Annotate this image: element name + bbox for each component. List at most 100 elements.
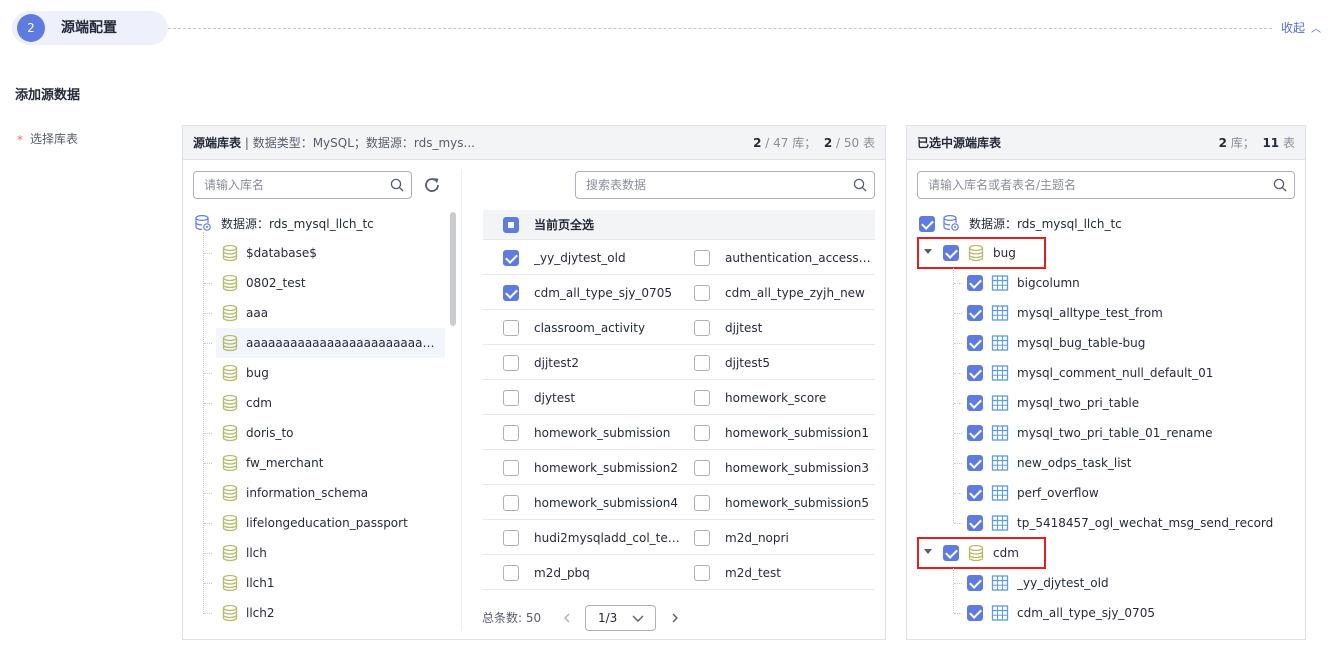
table-name[interactable]: cdm_all_type_sjy_0705 (534, 286, 681, 300)
db-search-input[interactable] (195, 173, 382, 197)
db-search-box (193, 171, 412, 199)
db-tree-item[interactable]: llch2 (204, 598, 445, 628)
table-name[interactable]: djjtest5 (725, 356, 872, 370)
db-tree-item[interactable]: information_schema (204, 478, 445, 508)
selected-table-checkbox[interactable] (967, 395, 983, 411)
table-checkbox[interactable] (694, 320, 710, 336)
selected-table-checkbox[interactable] (967, 455, 983, 471)
search-icon[interactable] (390, 178, 404, 192)
db-tree-item[interactable]: lifelongeducation_passport (204, 508, 445, 538)
db-name: 0802_test (246, 276, 306, 290)
table-checkbox[interactable] (503, 320, 519, 336)
table-checkbox[interactable] (694, 425, 710, 441)
table-checkbox[interactable] (694, 250, 710, 266)
table-grid-row: _yy_djytest_old authentication_access_... (483, 240, 875, 275)
selected-table-row[interactable]: _yy_djytest_old (907, 568, 1305, 598)
table-checkbox[interactable] (503, 355, 519, 371)
table-checkbox[interactable] (503, 250, 519, 266)
table-checkbox[interactable] (503, 460, 519, 476)
selected-table-row[interactable]: mysql_alltype_test_from (907, 298, 1305, 328)
db-name: fw_merchant (246, 456, 324, 470)
select-all-row: 当前页全选 (483, 210, 875, 240)
table-checkbox[interactable] (694, 530, 710, 546)
db-tree-item[interactable]: bug (204, 358, 445, 388)
db-tree-item[interactable]: aaa (204, 298, 445, 328)
db-tree-item[interactable]: llch (204, 538, 445, 568)
table-name[interactable]: classroom_activity (534, 321, 681, 335)
table-name[interactable]: authentication_access_... (725, 251, 872, 265)
refresh-icon[interactable] (423, 176, 441, 194)
tree-tick (954, 493, 962, 494)
table-name[interactable]: homework_submission5 (725, 496, 872, 510)
collapse-button[interactable]: 收起 ︿ (1281, 20, 1321, 38)
select-all-checkbox[interactable] (503, 217, 519, 233)
table-checkbox[interactable] (503, 565, 519, 581)
selected-table-checkbox[interactable] (967, 365, 983, 381)
tree-tick (954, 463, 962, 464)
table-name[interactable]: djytest (534, 391, 681, 405)
selected-table-checkbox[interactable] (967, 515, 983, 531)
table-checkbox[interactable] (503, 285, 519, 301)
table-name[interactable]: homework_submission1 (725, 426, 872, 440)
search-icon[interactable] (853, 178, 867, 192)
source-panel: 源端库表 | 数据类型：MySQL；数据源：rds_mys... 2 / 47 … (182, 125, 886, 640)
table-checkbox[interactable] (503, 425, 519, 441)
db-group-row[interactable]: bug (907, 237, 1305, 269)
selected-table-row[interactable]: tp_5418457_ogl_wechat_msg_send_record (907, 508, 1305, 538)
selected-table-checkbox[interactable] (967, 485, 983, 501)
table-name[interactable]: djjtest2 (534, 356, 681, 370)
selected-table-row[interactable]: perf_overflow (907, 478, 1305, 508)
db-tree-item[interactable]: fw_merchant (204, 448, 445, 478)
selected-table-row[interactable]: mysql_bug_table-bug (907, 328, 1305, 358)
selected-table-row[interactable]: mysql_two_pri_table_01_rename (907, 418, 1305, 448)
table-checkbox[interactable] (503, 390, 519, 406)
table-checkbox[interactable] (694, 390, 710, 406)
selected-table-checkbox[interactable] (967, 335, 983, 351)
db-tree-item[interactable]: aaaaaaaaaaaaaaaaaaaaaaaaaaaaaaaaaa... (204, 328, 445, 358)
table-name[interactable]: homework_submission (534, 426, 681, 440)
table-checkbox[interactable] (694, 565, 710, 581)
table-checkbox[interactable] (694, 495, 710, 511)
selected-table-row[interactable]: new_odps_task_list (907, 448, 1305, 478)
table-name[interactable]: m2d_pbq (534, 566, 681, 580)
db-tree-item[interactable]: 0802_test (204, 268, 445, 298)
table-checkbox[interactable] (694, 460, 710, 476)
selected-table-checkbox[interactable] (967, 425, 983, 441)
database-icon (222, 514, 238, 532)
db-tree-item[interactable]: cdm (204, 388, 445, 418)
table-checkbox[interactable] (694, 355, 710, 371)
table-name[interactable]: homework_submission3 (725, 461, 872, 475)
prev-page-icon[interactable] (561, 612, 573, 624)
selected-table-row[interactable]: mysql_comment_null_default_01 (907, 358, 1305, 388)
table-search-input[interactable] (577, 173, 845, 197)
table-name[interactable]: homework_submission2 (534, 461, 681, 475)
table-name[interactable]: _yy_djytest_old (534, 251, 681, 265)
table-name[interactable]: m2d_nopri (725, 531, 872, 545)
table-name[interactable]: hudi2mysqladd_col_tes... (534, 531, 681, 545)
selected-table-checkbox[interactable] (967, 575, 983, 591)
table-name[interactable]: m2d_test (725, 566, 872, 580)
db-group-row[interactable]: cdm (907, 537, 1305, 569)
page-select[interactable]: 1/3 (585, 605, 656, 631)
table-name[interactable]: homework_score (725, 391, 872, 405)
table-checkbox[interactable] (694, 285, 710, 301)
table-checkbox[interactable] (503, 495, 519, 511)
selected-table-checkbox[interactable] (967, 605, 983, 621)
datasource-checkbox[interactable] (919, 216, 935, 232)
selected-table-checkbox[interactable] (967, 305, 983, 321)
table-name[interactable]: homework_submission4 (534, 496, 681, 510)
table-name[interactable]: djjtest (725, 321, 872, 335)
db-tree-scrollbar[interactable] (450, 212, 456, 326)
selected-table-checkbox[interactable] (967, 275, 983, 291)
selected-table-row[interactable]: mysql_two_pri_table (907, 388, 1305, 418)
search-icon[interactable] (1273, 178, 1287, 192)
table-checkbox[interactable] (503, 530, 519, 546)
selected-search-input[interactable] (919, 173, 1265, 197)
db-tree-item[interactable]: $database$ (204, 238, 445, 268)
next-page-icon[interactable] (669, 612, 681, 624)
db-tree-item[interactable]: llch1 (204, 568, 445, 598)
selected-table-row[interactable]: bigcolumn (907, 268, 1305, 298)
table-name[interactable]: cdm_all_type_zyjh_new (725, 286, 872, 300)
db-tree-item[interactable]: doris_to (204, 418, 445, 448)
selected-table-row[interactable]: cdm_all_type_sjy_0705 (907, 598, 1305, 628)
